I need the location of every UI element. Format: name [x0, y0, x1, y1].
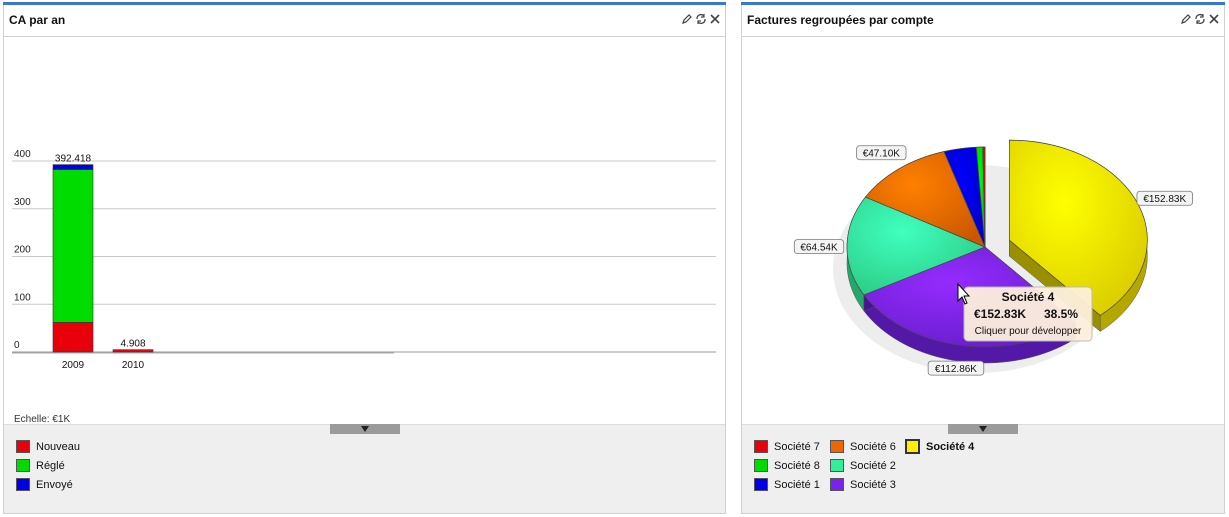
- legend-item-envoye[interactable]: Envoyé: [16, 478, 73, 491]
- bar-segment: [112, 349, 154, 353]
- panel-body: 0 100 200 300 400 392.418 2009 4.908 2010 Echell…: [3, 37, 726, 514]
- bar-total-label: 392.418: [55, 154, 92, 165]
- collapse-handle[interactable]: [948, 424, 1018, 434]
- bar-segment: [52, 322, 94, 353]
- legend-swatch: [830, 440, 844, 453]
- y-tick-label: 400: [14, 149, 31, 160]
- x-tick-label: 2009: [62, 360, 85, 371]
- x-tick-label: 2010: [122, 360, 145, 371]
- bar-segment: [52, 169, 94, 323]
- legend-label: Société 2: [850, 459, 896, 472]
- legend-swatch: [16, 459, 30, 472]
- legend-item-societe-7[interactable]: Société 7: [754, 440, 820, 453]
- pie-value-label: €47.10K: [863, 149, 901, 160]
- tooltip-percent: 38.5%: [1044, 307, 1078, 321]
- panel-header: CA par an: [3, 5, 726, 37]
- bar-chart: 0 100 200 300 400 392.418 2009 4.908 2010: [12, 149, 716, 371]
- legend-item-regle[interactable]: Réglé: [16, 459, 65, 472]
- legend-label: Société 8: [774, 459, 820, 472]
- legend-item-nouveau[interactable]: Nouveau: [16, 440, 80, 453]
- legend-label: Société 3: [850, 478, 896, 491]
- legend-label: Société 7: [774, 440, 820, 453]
- panel-tools: [1179, 12, 1220, 26]
- y-tick-label: 200: [14, 245, 31, 256]
- legend-item-societe-3[interactable]: Société 3: [830, 478, 896, 491]
- legend-swatch: [754, 459, 768, 472]
- legend-swatch: [754, 478, 768, 491]
- legend-item-societe-2[interactable]: Société 2: [830, 459, 896, 472]
- close-icon[interactable]: [708, 12, 721, 26]
- legend-item-societe-1[interactable]: Société 1: [754, 478, 820, 491]
- panel-body: €152.83K €112.86K €64.54K €47.10K Société 4 €…: [741, 37, 1225, 514]
- y-tick-label: 0: [14, 340, 20, 351]
- panel-factures-par-compte: Factures regroupées par compte €152.83K €…: [741, 2, 1225, 514]
- legend-item-societe-8[interactable]: Société 8: [754, 459, 820, 472]
- legend-swatch: [16, 478, 30, 491]
- legend-swatch: [754, 440, 768, 453]
- legend-swatch: [16, 440, 30, 453]
- panel-header: Factures regroupées par compte: [741, 5, 1225, 37]
- collapse-handle[interactable]: [330, 424, 400, 434]
- tooltip-title: Société 4: [1002, 290, 1055, 304]
- bar-total-label: 4.908: [120, 339, 145, 350]
- legend-swatch: [905, 439, 920, 454]
- tooltip-value: €152.83K: [974, 307, 1026, 321]
- chevron-down-icon: [361, 426, 369, 432]
- legend-item-societe-6[interactable]: Société 6: [830, 440, 896, 453]
- y-tick-label: 100: [14, 292, 31, 303]
- chevron-down-icon: [979, 426, 987, 432]
- legend-area: Société 7 Société 6 Société 4 Société 8 …: [742, 424, 1224, 513]
- pie-value-label: €64.54K: [800, 243, 838, 254]
- panel-title: CA par an: [9, 13, 66, 27]
- legend-label: Société 1: [774, 478, 820, 491]
- legend-swatch: [830, 478, 844, 491]
- legend-label: Société 4: [926, 440, 975, 453]
- legend-label: Réglé: [36, 459, 65, 472]
- edit-icon[interactable]: [680, 12, 693, 26]
- pie-chart: €152.83K €112.86K €64.54K €47.10K Société 4 €…: [793, 139, 1193, 376]
- legend-label: Envoyé: [36, 478, 73, 491]
- close-icon[interactable]: [1207, 12, 1220, 26]
- legend-label: Société 6: [850, 440, 896, 453]
- legend-swatch: [830, 459, 844, 472]
- refresh-icon[interactable]: [694, 12, 707, 26]
- legend-area: Nouveau Réglé Envoyé: [4, 424, 725, 513]
- refresh-icon[interactable]: [1193, 12, 1206, 26]
- panel-ca-par-an: CA par an 0 100 200 300 400 392.418 2009 4.908 2…: [3, 2, 726, 514]
- edit-icon[interactable]: [1179, 12, 1192, 26]
- bar-segment: [52, 164, 94, 170]
- legend-item-societe-4[interactable]: Société 4: [905, 439, 974, 454]
- y-tick-label: 300: [14, 197, 31, 208]
- pie-value-label: €152.83K: [1143, 194, 1186, 205]
- legend-label: Nouveau: [36, 440, 81, 453]
- tooltip-hint: Cliquer pour développer: [975, 326, 1082, 337]
- panel-tools: [680, 12, 721, 26]
- panel-title: Factures regroupées par compte: [747, 13, 934, 27]
- pie-value-label: €112.86K: [935, 364, 977, 375]
